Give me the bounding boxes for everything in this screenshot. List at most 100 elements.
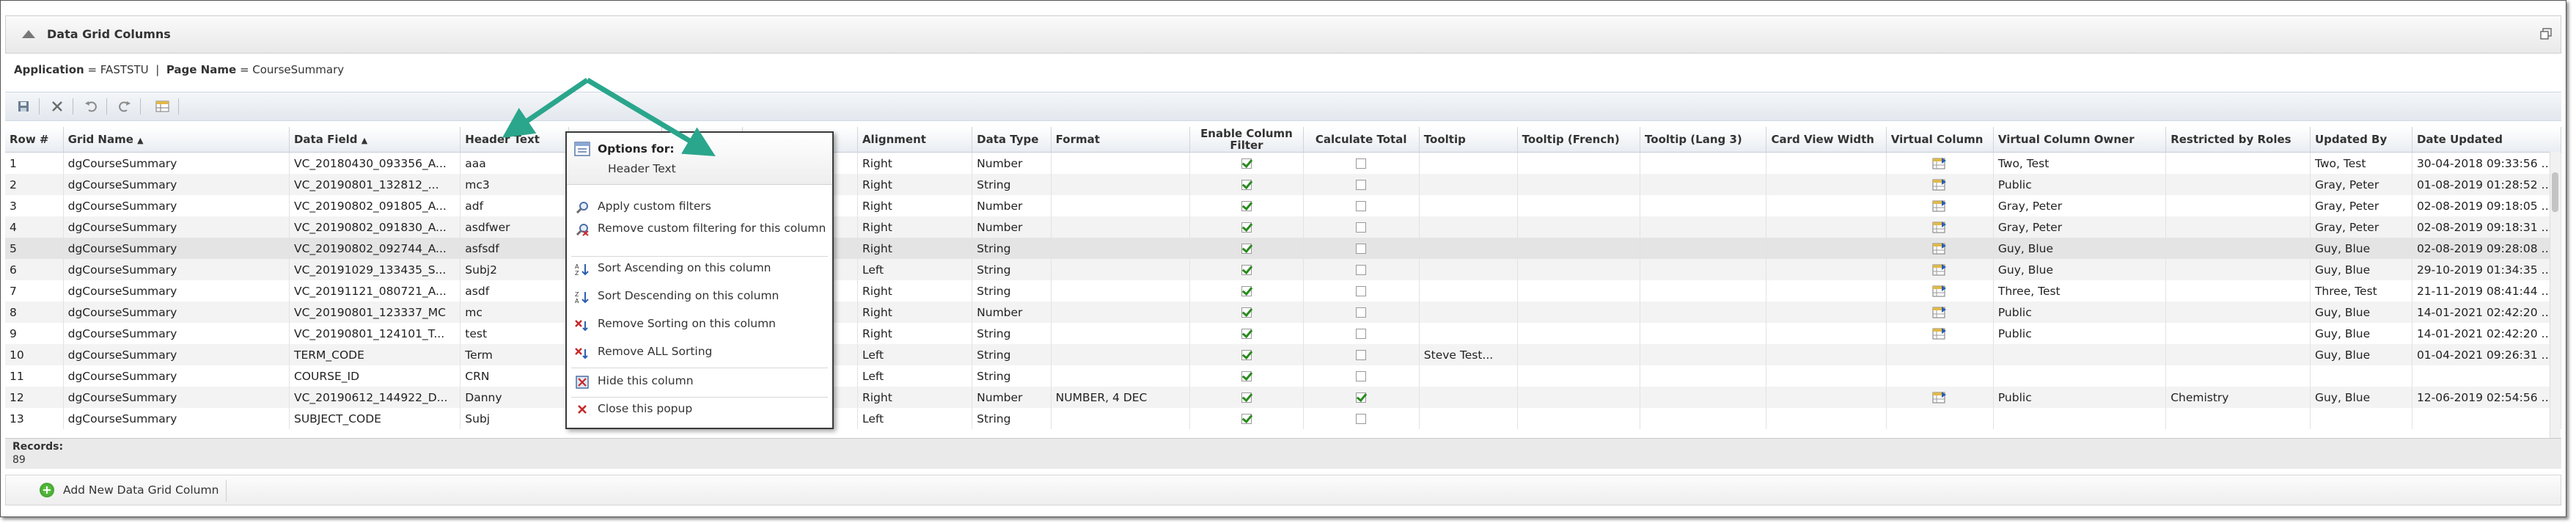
cell-card[interactable]: [1766, 195, 1887, 216]
cell-row[interactable]: 9: [5, 323, 64, 344]
cell-grid[interactable]: dgCourseSummary: [63, 344, 290, 365]
enable-filter-cell[interactable]: [1189, 323, 1304, 344]
cell-tooltip-l3[interactable]: [1640, 365, 1767, 387]
remove-sorting-item[interactable]: Remove Sorting on this column: [567, 318, 832, 332]
cell-card[interactable]: [1766, 387, 1887, 408]
remove-custom-filtering-item[interactable]: Remove custom filtering for this column: [567, 222, 832, 236]
collapse-arrow-icon[interactable]: [22, 30, 35, 38]
cell-header[interactable]: adf: [460, 195, 570, 216]
virtual-column-icon[interactable]: [1932, 263, 1947, 277]
cell-format[interactable]: [1051, 195, 1191, 216]
add-new-data-grid-column-button[interactable]: + Add New Data Grid Column: [40, 483, 219, 497]
cell-updated-by[interactable]: Gray, Peter: [2310, 195, 2412, 216]
col-header-updated-by[interactable]: Updated By: [2310, 127, 2412, 153]
cell-card[interactable]: [1766, 302, 1887, 323]
checked-checkbox[interactable]: [1241, 265, 1252, 275]
calculate-total-cell[interactable]: [1303, 387, 1420, 408]
enable-filter-cell[interactable]: [1189, 280, 1304, 302]
unchecked-checkbox[interactable]: [1356, 180, 1367, 190]
table-row[interactable]: 11 dgCourseSummary COURSE_ID CRN Left String: [5, 365, 2562, 387]
cell-owner[interactable]: Three, Test: [1993, 280, 2167, 302]
virtual-column-cell[interactable]: [1886, 195, 1994, 216]
cell-row[interactable]: 8: [5, 302, 64, 323]
enable-filter-cell[interactable]: [1189, 387, 1304, 408]
cell-header[interactable]: asfsdf: [460, 238, 570, 259]
cell-date[interactable]: 14-01-2021 02:42:20 PM: [2412, 323, 2562, 344]
cell-tooltip-l3[interactable]: [1640, 302, 1767, 323]
virtual-column-icon[interactable]: [1932, 242, 1947, 255]
cell-updated-by[interactable]: Guy, Blue: [2310, 302, 2412, 323]
remove-all-sorting-item[interactable]: Remove ALL Sorting: [567, 346, 832, 359]
cell-date[interactable]: [2412, 408, 2562, 429]
cell-grid[interactable]: dgCourseSummary: [63, 259, 290, 280]
col-header-row-number[interactable]: Row #: [5, 127, 64, 153]
calculate-total-cell[interactable]: [1303, 302, 1420, 323]
cell-grid[interactable]: dgCourseSummary: [63, 238, 290, 259]
cell-roles[interactable]: [2165, 152, 2311, 174]
cell-tooltip[interactable]: [1419, 365, 1518, 387]
cell-format[interactable]: [1051, 152, 1191, 174]
cell-card[interactable]: [1766, 216, 1887, 238]
cell-updated-by[interactable]: Gray, Peter: [2310, 174, 2412, 195]
checked-checkbox[interactable]: [1241, 350, 1252, 360]
checked-checkbox[interactable]: [1241, 392, 1252, 403]
cell-tooltip-l3[interactable]: [1640, 323, 1767, 344]
cell-updated-by[interactable]: Guy, Blue: [2310, 323, 2412, 344]
calculate-total-cell[interactable]: [1303, 152, 1420, 174]
cell-format[interactable]: [1051, 323, 1191, 344]
cell-tooltip-fr[interactable]: [1517, 174, 1641, 195]
col-header-virtual-column[interactable]: Virtual Column: [1886, 127, 1994, 153]
cell-tooltip-l3[interactable]: [1640, 259, 1767, 280]
unchecked-checkbox[interactable]: [1356, 371, 1367, 381]
export-button[interactable]: [152, 96, 174, 117]
cell-format[interactable]: [1051, 344, 1191, 365]
cell-align[interactable]: Left: [857, 365, 973, 387]
virtual-column-cell[interactable]: [1886, 365, 1994, 387]
unchecked-checkbox[interactable]: [1356, 201, 1367, 211]
cell-roles[interactable]: [2165, 365, 2311, 387]
checked-checkbox[interactable]: [1241, 180, 1252, 190]
unchecked-checkbox[interactable]: [1356, 286, 1367, 296]
cell-owner[interactable]: Public: [1993, 387, 2167, 408]
cell-owner[interactable]: Public: [1993, 323, 2167, 344]
cell-align[interactable]: Right: [857, 280, 973, 302]
cell-header[interactable]: CRN: [460, 365, 570, 387]
cell-type[interactable]: String: [972, 280, 1052, 302]
cell-owner[interactable]: Guy, Blue: [1993, 238, 2167, 259]
table-row[interactable]: 5 dgCourseSummary VC_20190802_092744_A... a…: [5, 238, 2562, 259]
cell-type[interactable]: String: [972, 174, 1052, 195]
enable-filter-cell[interactable]: [1189, 302, 1304, 323]
cell-grid[interactable]: dgCourseSummary: [63, 387, 290, 408]
cell-field[interactable]: SUBJECT_CODE: [289, 408, 461, 429]
cell-owner[interactable]: Public: [1993, 302, 2167, 323]
enable-filter-cell[interactable]: [1189, 259, 1304, 280]
col-header-tooltip-french[interactable]: Tooltip (French): [1517, 127, 1641, 153]
cell-field[interactable]: COURSE_ID: [289, 365, 461, 387]
cell-type[interactable]: Number: [972, 387, 1052, 408]
cell-align[interactable]: Right: [857, 195, 973, 216]
cell-row[interactable]: 11: [5, 365, 64, 387]
cell-roles[interactable]: [2165, 408, 2311, 429]
virtual-column-icon[interactable]: [1932, 391, 1947, 404]
virtual-column-cell[interactable]: [1886, 387, 1994, 408]
cell-tooltip[interactable]: [1419, 152, 1518, 174]
cell-updated-by[interactable]: Gray, Peter: [2310, 216, 2412, 238]
cell-roles[interactable]: [2165, 216, 2311, 238]
cell-owner[interactable]: Gray, Peter: [1993, 216, 2167, 238]
cell-field[interactable]: VC_20180430_093356_A...: [289, 152, 461, 174]
col-header-tooltip[interactable]: Tooltip: [1419, 127, 1518, 153]
cell-tooltip[interactable]: [1419, 195, 1518, 216]
col-header-format[interactable]: Format: [1051, 127, 1191, 153]
cell-tooltip[interactable]: Steve Test...: [1419, 344, 1518, 365]
cell-tooltip-l3[interactable]: [1640, 238, 1767, 259]
cell-align[interactable]: Right: [857, 323, 973, 344]
cell-tooltip-fr[interactable]: [1517, 365, 1641, 387]
cell-header[interactable]: Term: [460, 344, 570, 365]
checked-checkbox[interactable]: [1241, 201, 1252, 211]
cell-type[interactable]: Number: [972, 216, 1052, 238]
virtual-column-cell[interactable]: [1886, 344, 1994, 365]
enable-filter-cell[interactable]: [1189, 238, 1304, 259]
cell-type[interactable]: String: [972, 323, 1052, 344]
checked-checkbox[interactable]: [1356, 392, 1367, 403]
virtual-column-icon[interactable]: [1932, 157, 1947, 170]
